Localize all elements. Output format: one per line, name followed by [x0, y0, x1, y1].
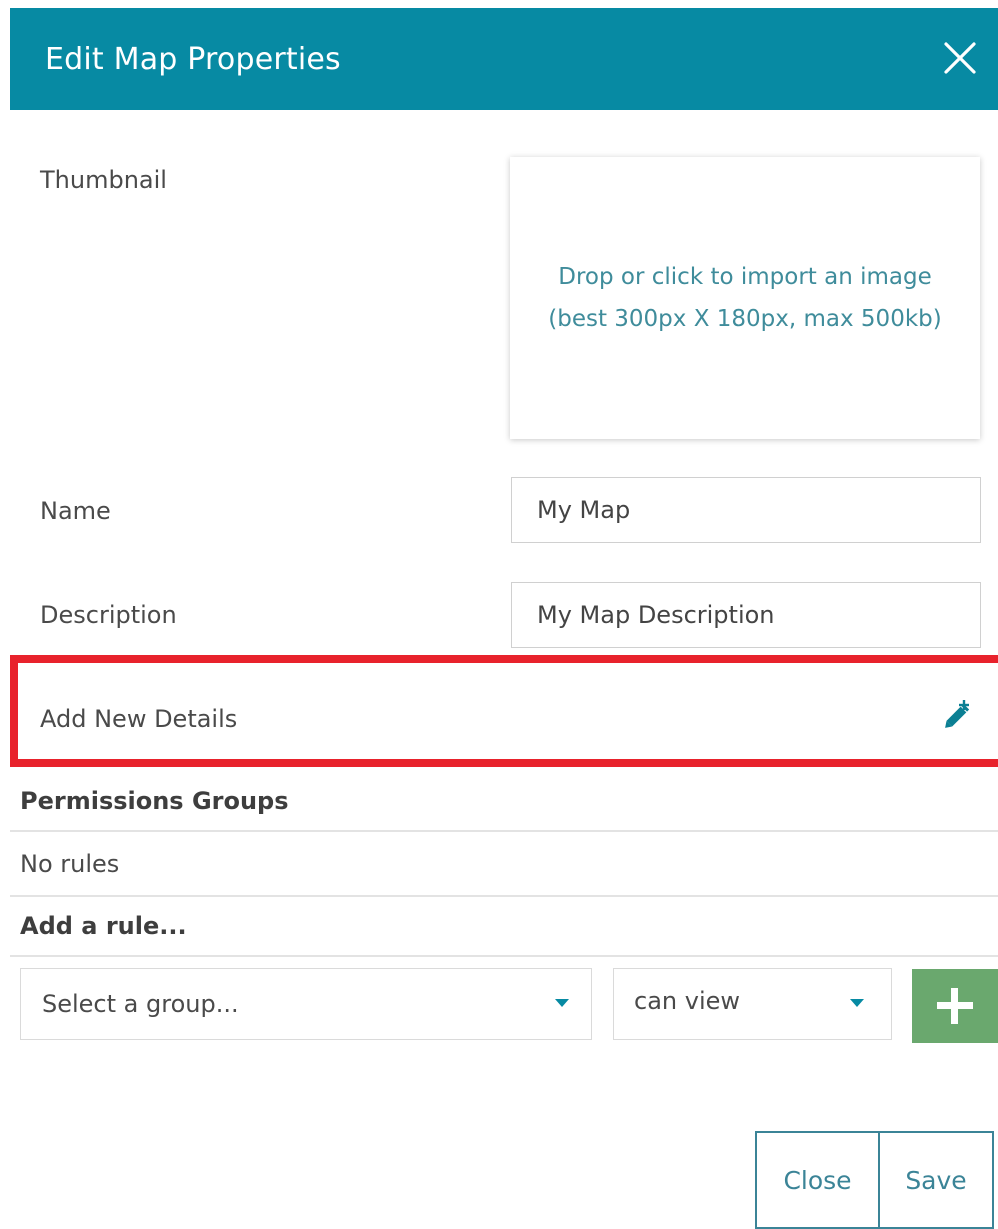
divider: [10, 895, 998, 897]
permissions-heading: Permissions Groups: [20, 787, 289, 815]
description-input[interactable]: My Map Description: [511, 582, 981, 648]
dropzone-instruction: Drop or click to import an image: [558, 264, 932, 290]
add-rule-label: Add a rule...: [20, 912, 187, 940]
divider: [10, 955, 998, 957]
name-label: Name: [40, 497, 111, 525]
group-select-placeholder: Select a group...: [42, 990, 239, 1018]
save-button[interactable]: Save: [878, 1131, 994, 1229]
thumbnail-dropzone[interactable]: Drop or click to import an image (best 3…: [510, 157, 980, 439]
edit-plus-icon[interactable]: [940, 698, 974, 732]
add-rule-button[interactable]: [912, 969, 998, 1043]
close-button[interactable]: Close: [755, 1131, 880, 1229]
description-label: Description: [40, 601, 177, 629]
permission-select-value: can view: [634, 987, 741, 1015]
divider: [10, 830, 998, 832]
group-select[interactable]: Select a group...: [20, 968, 592, 1040]
permission-select[interactable]: can view: [613, 968, 892, 1040]
plus-icon: [937, 988, 973, 1024]
close-icon[interactable]: [940, 38, 980, 78]
dropzone-size-hint: (best 300px X 180px, max 500kb): [548, 306, 942, 332]
no-rules-text: No rules: [20, 850, 120, 878]
name-input[interactable]: My Map: [511, 477, 981, 543]
dialog-header: Edit Map Properties: [10, 8, 998, 110]
add-details-label: Add New Details: [40, 705, 238, 733]
caret-down-icon: [555, 999, 569, 1007]
thumbnail-label: Thumbnail: [40, 166, 167, 194]
caret-down-icon: [850, 999, 864, 1007]
dialog-title: Edit Map Properties: [45, 42, 341, 77]
